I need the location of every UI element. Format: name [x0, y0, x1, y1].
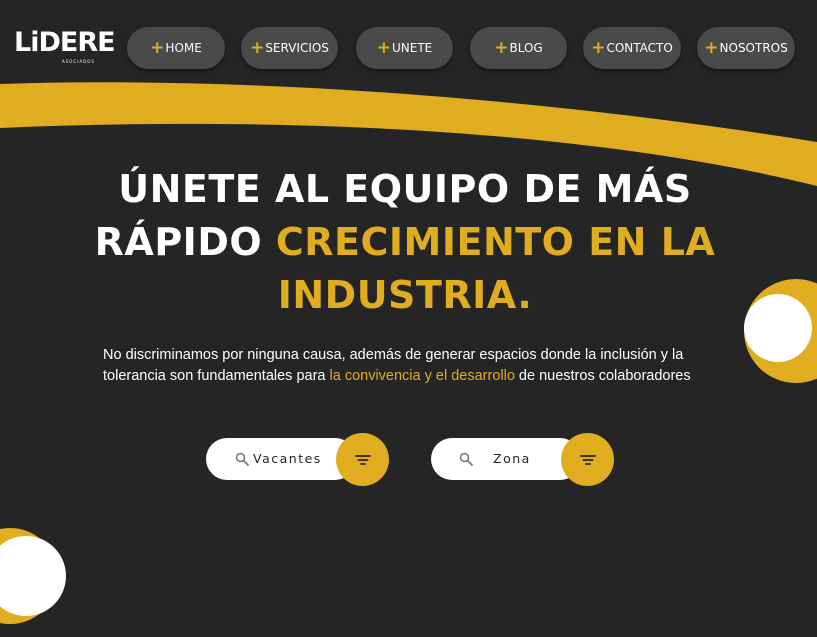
nav-blog-button[interactable]: + BLOG [470, 27, 567, 69]
plus-icon: + [494, 38, 509, 58]
nav-home-button[interactable]: + HOME [127, 27, 225, 69]
vacantes-search-field[interactable]: Vacantes [206, 438, 356, 480]
hero-title-line1: ÚNETE AL EQUIPO DE MÁS [118, 167, 692, 211]
hero-title: ÚNETE AL EQUIPO DE MÁS RÁPIDO CRECIMIENT… [40, 163, 770, 322]
plus-icon: + [250, 38, 265, 58]
hero-desc-accent: la convivencia y el desarrollo [329, 368, 515, 384]
hero-title-line2-accent: CRECIMIENTO EN LA [275, 220, 716, 264]
nav-blog-label: BLOG [509, 41, 543, 55]
plus-icon: + [150, 38, 165, 58]
vacantes-search-label: Vacantes [253, 451, 322, 466]
nav-unete-label: UNETE [391, 41, 433, 55]
nav-nosotros-label: NOSOTROS [719, 41, 788, 55]
nav-unete-button[interactable]: + UNETE [356, 27, 453, 69]
filter-icon [579, 454, 596, 465]
hero-desc-part2: de nuestros colaboradores [514, 368, 691, 384]
nav-servicios-button[interactable]: + SERVICIOS [241, 27, 338, 69]
plus-icon: + [591, 38, 606, 58]
brand-subtitle: ASOCIADOS [62, 59, 95, 64]
plus-icon: + [704, 38, 719, 58]
plus-icon: + [376, 38, 391, 58]
search-icon [235, 452, 249, 466]
zona-filter-button[interactable] [561, 433, 614, 486]
nav-servicios-label: SERVICIOS [265, 41, 329, 55]
nav-contacto-label: CONTACTO [606, 41, 673, 55]
left-ring-inner [0, 536, 66, 616]
zona-search-field[interactable]: Zona [431, 438, 581, 480]
zona-search-label: Zona [493, 451, 531, 466]
search-icon [459, 452, 473, 466]
filter-icon [354, 454, 371, 465]
nav-home-label: HOME [165, 41, 202, 55]
brand-name: LiDERE [14, 27, 116, 58]
brand-logo[interactable]: LiDERE ASOCIADOS [14, 28, 116, 68]
hero-title-line2-white: RÁPIDO [94, 220, 276, 264]
vacantes-filter-button[interactable] [336, 433, 389, 486]
nav-nosotros-button[interactable]: + NOSOTROS [697, 27, 795, 69]
hero-title-line3-accent: INDUSTRIA. [277, 273, 533, 317]
nav-contacto-button[interactable]: + CONTACTO [583, 27, 681, 69]
hero-description: No discriminamos por ninguna causa, adem… [103, 345, 723, 387]
